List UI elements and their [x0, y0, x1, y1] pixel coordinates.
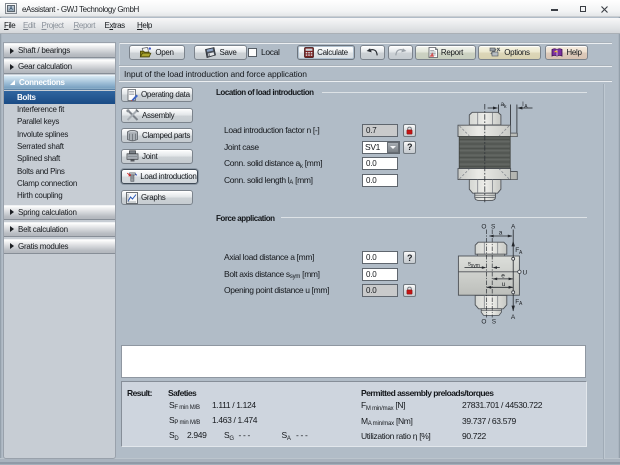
- svg-text:A: A: [519, 301, 523, 307]
- svg-text:O: O: [481, 224, 486, 231]
- svg-text:A: A: [511, 314, 516, 321]
- svg-text:U: U: [523, 269, 528, 276]
- svg-text:sym: sym: [471, 263, 480, 269]
- svg-text:A: A: [524, 104, 528, 110]
- svg-text:O: O: [481, 318, 486, 325]
- svg-text:A: A: [519, 250, 523, 256]
- svg-text:A: A: [511, 224, 516, 231]
- svg-text:k: k: [504, 104, 507, 110]
- svg-text:S: S: [491, 224, 496, 231]
- svg-text:a: a: [499, 229, 503, 236]
- svg-text:S: S: [492, 318, 497, 325]
